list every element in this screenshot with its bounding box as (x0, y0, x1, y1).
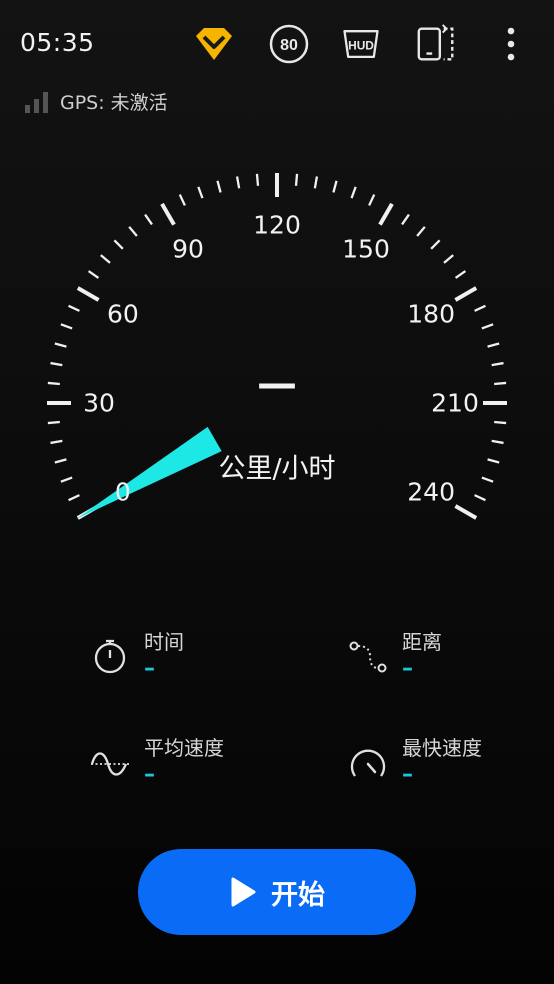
gauge-major-tick (454, 504, 478, 520)
gauge-tick-label: 120 (253, 210, 301, 240)
gauge-minor-tick (144, 213, 153, 226)
stat-avg-speed: 平均速度 – (90, 732, 290, 802)
gauge-minor-tick (113, 239, 124, 250)
gauge-minor-tick (474, 304, 486, 312)
gauge-minor-tick (474, 494, 486, 502)
gauge-minor-tick (87, 270, 100, 279)
signal-bars-icon (25, 92, 48, 113)
gauge-tick-label: 60 (106, 299, 139, 329)
gauge-minor-tick (178, 194, 186, 206)
gauge-minor-tick (47, 420, 60, 425)
gauge-minor-tick (216, 180, 222, 193)
stat-distance-value: – (402, 656, 413, 681)
gauge-minor-tick (491, 439, 504, 445)
speed-limit-text: 80 (280, 37, 298, 54)
stat-distance: 距离 – (348, 626, 548, 696)
gauge-minor-tick (481, 476, 494, 483)
speed-needle (76, 426, 222, 519)
gauge-minor-tick (54, 342, 67, 348)
gauge-minor-tick (60, 323, 73, 330)
gauge-tick-label: 30 (83, 388, 115, 418)
gauge-minor-tick (491, 361, 504, 367)
gauge-icon (350, 749, 386, 777)
gauge-tick-label: 90 (172, 234, 204, 264)
gauge-minor-tick (50, 361, 63, 367)
stat-max-speed-value: – (402, 762, 413, 787)
stat-avg-speed-label: 平均速度 (144, 736, 224, 760)
top-bar: 05:35 80 HUD (0, 0, 554, 90)
gauge-minor-tick (313, 176, 319, 189)
gauge-tick-label: 240 (407, 477, 455, 507)
gauge-major-tick (160, 202, 176, 226)
gauge-minor-tick (401, 213, 410, 226)
stat-max-speed: 最快速度 – (348, 732, 548, 802)
gauge-minor-tick (494, 420, 507, 425)
gauge-minor-tick (294, 173, 299, 186)
speed-unit: 公里/小时 (218, 453, 336, 485)
gauge-major-tick (76, 286, 100, 302)
play-icon (231, 877, 256, 907)
gauge-minor-tick (481, 323, 494, 330)
device-rotate-icon[interactable] (414, 22, 458, 66)
gauge-minor-tick (68, 494, 80, 502)
gauge-minor-tick (255, 173, 260, 186)
wave-icon (90, 752, 129, 776)
speed-limit-icon[interactable]: 80 (267, 22, 311, 66)
gauge-minor-tick (235, 176, 241, 189)
gauge-minor-tick (68, 304, 80, 312)
gauge-minor-tick (416, 226, 426, 237)
gauge-major-tick (378, 202, 394, 226)
gauge-minor-tick (47, 381, 60, 386)
gauge-major-tick (454, 286, 478, 302)
speedometer: 0 30 60 90 120 150 180 210 240 — 公里/小时 (0, 150, 554, 550)
gps-status: GPS: 未激活 (24, 88, 168, 114)
gps-status-label: GPS: 未激活 (60, 91, 168, 114)
gauge-minor-tick (430, 239, 441, 250)
start-button-label: 开始 (271, 879, 325, 911)
gauge-minor-tick (494, 381, 507, 386)
stat-avg-speed-value: – (144, 762, 155, 787)
gauge-minor-tick (197, 186, 204, 199)
gauge-minor-tick (350, 186, 357, 199)
gauge-minor-tick (443, 254, 454, 264)
hud-text: HUD (348, 39, 374, 53)
route-icon (349, 641, 387, 673)
gauge-minor-tick (454, 270, 467, 279)
gauge-minor-tick (128, 226, 138, 237)
clock-time: 05:35 (20, 28, 95, 57)
gauge-tick-label: 150 (342, 234, 390, 264)
stopwatch-icon (94, 639, 126, 674)
gauge-minor-tick (54, 458, 67, 464)
stat-max-speed-label: 最快速度 (402, 736, 482, 760)
stat-distance-label: 距离 (402, 630, 442, 654)
gauge-minor-tick (50, 439, 63, 445)
stat-time: 时间 – (90, 626, 290, 696)
gauge-minor-tick (100, 254, 111, 264)
gauge-minor-tick (368, 194, 376, 206)
gauge-tick-label: 180 (407, 299, 455, 329)
hud-icon[interactable]: HUD (339, 22, 383, 66)
gauge-minor-tick (60, 476, 73, 483)
stat-time-value: – (144, 656, 155, 681)
stat-time-label: 时间 (144, 630, 184, 654)
gauge-tick-label: 0 (114, 477, 131, 507)
more-vert-icon[interactable] (489, 22, 533, 66)
gauge-tick-label: 210 (431, 388, 479, 418)
premium-diamond-icon[interactable] (192, 22, 236, 66)
start-button[interactable]: 开始 (138, 849, 416, 935)
gauge-minor-tick (487, 458, 500, 464)
gauge-minor-tick (487, 342, 500, 348)
current-speed: — (257, 361, 297, 407)
gauge-minor-tick (332, 180, 338, 193)
